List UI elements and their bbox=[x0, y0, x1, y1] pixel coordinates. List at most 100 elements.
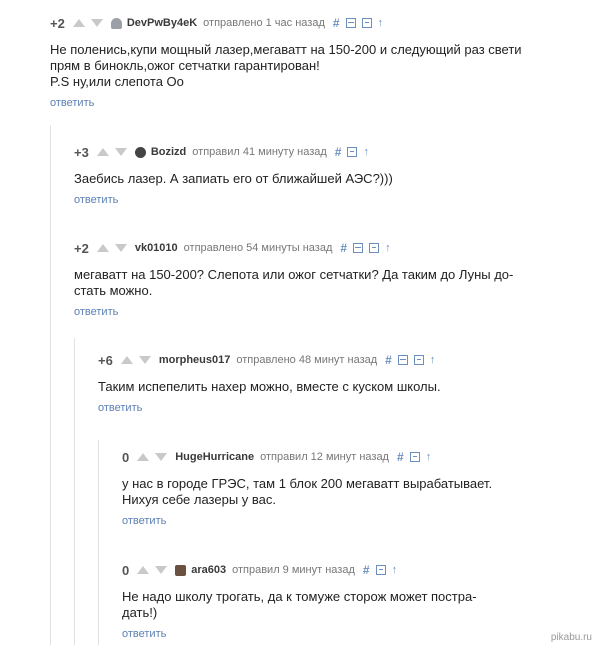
parent-arrow-icon[interactable]: ↑ bbox=[385, 242, 391, 254]
upvote-icon[interactable] bbox=[96, 148, 109, 156]
permalink-icon[interactable]: # bbox=[333, 16, 340, 30]
upvote-icon[interactable] bbox=[120, 356, 133, 364]
comment-author[interactable]: ara603 bbox=[191, 564, 226, 576]
comment-text: Не поленись,купи мощный лазер,мегаватт н… bbox=[50, 42, 580, 90]
user-avatar-icon[interactable] bbox=[175, 564, 187, 576]
comment-text: Таким испепелить нахер можно, вместе с к… bbox=[98, 379, 588, 395]
comment-time: отправлено 54 минуты назад bbox=[183, 242, 333, 254]
upvote-icon[interactable] bbox=[137, 566, 150, 574]
thread-indent-line bbox=[50, 125, 51, 645]
save-icon[interactable] bbox=[361, 18, 372, 28]
comment-time: отправил 9 минут назад bbox=[232, 564, 355, 576]
comment-rating: 0 bbox=[122, 562, 130, 578]
comment-tools: # ↑ bbox=[397, 450, 437, 464]
parent-arrow-icon[interactable]: ↑ bbox=[430, 354, 436, 366]
parent-arrow-icon[interactable]: ↑ bbox=[363, 146, 369, 158]
reply-link[interactable]: ответить bbox=[74, 306, 118, 318]
permalink-icon[interactable]: # bbox=[363, 563, 370, 577]
comment-text: Заебись лазер. А запиать его от ближайше… bbox=[74, 171, 584, 187]
comment: +3 Bozizd отправил 41 минуту назад # ↑ З… bbox=[74, 143, 584, 208]
downvote-icon[interactable] bbox=[114, 244, 127, 252]
thread-indent-line bbox=[98, 440, 99, 645]
vote-controls bbox=[96, 148, 127, 156]
downvote-icon[interactable] bbox=[138, 356, 151, 364]
comment-text-line: Нихуя себе лазеры у вас. bbox=[122, 492, 276, 507]
comment-tools: # ↑ bbox=[363, 563, 403, 577]
comment: +2 vk01010 отправлено 54 минуты назад # … bbox=[74, 239, 584, 320]
upvote-icon[interactable] bbox=[72, 19, 85, 27]
comment-rating: +3 bbox=[74, 144, 89, 160]
comment-tools: # ↑ bbox=[340, 241, 396, 255]
permalink-icon[interactable]: # bbox=[340, 241, 347, 255]
downvote-icon[interactable] bbox=[155, 453, 168, 461]
comment-time: отправлено 48 минут назад bbox=[236, 354, 378, 366]
save-icon[interactable] bbox=[413, 355, 424, 365]
comment-header: 0 ara603 отправил 9 минут назад # ↑ bbox=[122, 561, 592, 579]
comment-text: Не надо школу трогать, да к томуже сторо… bbox=[122, 589, 592, 621]
save-icon[interactable] bbox=[347, 147, 358, 157]
comment-time: отправлено 1 час назад bbox=[203, 17, 325, 29]
reply-link[interactable]: ответить bbox=[74, 194, 118, 206]
comment-header: 0 HugeHurricane отправил 12 минут назад … bbox=[122, 448, 592, 466]
comment-author[interactable]: Bozizd bbox=[151, 146, 186, 158]
comment-text-line: Таким испепелить нахер можно, вместе с к… bbox=[98, 379, 441, 394]
parent-arrow-icon[interactable]: ↑ bbox=[392, 564, 398, 576]
user-avatar-icon[interactable] bbox=[110, 17, 122, 29]
site-watermark: pikabu.ru bbox=[550, 632, 592, 643]
reply-link[interactable]: ответить bbox=[98, 402, 142, 414]
collapse-icon[interactable] bbox=[353, 243, 364, 253]
parent-arrow-icon[interactable]: ↑ bbox=[378, 17, 384, 29]
downvote-icon[interactable] bbox=[114, 148, 127, 156]
comment-tools: # ↑ bbox=[385, 353, 441, 367]
upvote-icon[interactable] bbox=[137, 453, 150, 461]
comment-rating: 0 bbox=[122, 449, 130, 465]
permalink-icon[interactable]: # bbox=[335, 145, 342, 159]
vote-controls bbox=[120, 356, 151, 364]
collapse-icon[interactable] bbox=[345, 18, 356, 28]
comment: +6 morpheus017 отправлено 48 минут назад… bbox=[98, 351, 588, 416]
comment-text-line: Не поленись,купи мощный лазер,мегаватт н… bbox=[50, 42, 522, 57]
comment-author[interactable]: morpheus017 bbox=[159, 354, 231, 366]
comment-time: отправил 41 минуту назад bbox=[192, 146, 327, 158]
permalink-icon[interactable]: # bbox=[385, 353, 392, 367]
vote-controls bbox=[137, 566, 168, 574]
comment-header: +2 DevPwBy4eK отправлено 1 час назад # ↑ bbox=[50, 14, 580, 32]
comment-text-line: Заебись лазер. А запиать его от ближайше… bbox=[74, 171, 393, 186]
comment-author[interactable]: DevPwBy4eK bbox=[127, 17, 197, 29]
user-avatar-icon[interactable] bbox=[134, 146, 146, 158]
vote-controls bbox=[72, 19, 103, 27]
save-icon[interactable] bbox=[369, 243, 380, 253]
comment-rating: +2 bbox=[74, 240, 89, 256]
comment-text-line: стать можно. bbox=[74, 283, 153, 298]
comment: 0 ara603 отправил 9 минут назад # ↑ Не н… bbox=[122, 561, 592, 642]
comment-text: мегаватт на 150-200? Слепота или ожог се… bbox=[74, 267, 584, 299]
comment-rating: +6 bbox=[98, 352, 113, 368]
comment-text-line: дать!) bbox=[122, 605, 158, 620]
reply-link[interactable]: ответить bbox=[122, 515, 166, 527]
comment-header: +3 Bozizd отправил 41 минуту назад # ↑ bbox=[74, 143, 584, 161]
downvote-icon[interactable] bbox=[155, 566, 168, 574]
comment: 0 HugeHurricane отправил 12 минут назад … bbox=[122, 448, 592, 529]
comment-rating: +2 bbox=[50, 15, 65, 31]
upvote-icon[interactable] bbox=[96, 244, 109, 252]
comment-text-line: мегаватт на 150-200? Слепота или ожог се… bbox=[74, 267, 514, 282]
comment-author[interactable]: HugeHurricane bbox=[175, 451, 254, 463]
collapse-icon[interactable] bbox=[397, 355, 408, 365]
save-icon[interactable] bbox=[375, 565, 386, 575]
comment-tools: # ↑ bbox=[335, 145, 375, 159]
comment-author[interactable]: vk01010 bbox=[135, 242, 178, 254]
vote-controls bbox=[96, 244, 127, 252]
comment-time: отправил 12 минут назад bbox=[260, 451, 389, 463]
reply-link[interactable]: ответить bbox=[122, 628, 166, 640]
parent-arrow-icon[interactable]: ↑ bbox=[426, 451, 432, 463]
comment-text-line: Не надо школу трогать, да к томуже сторо… bbox=[122, 589, 477, 604]
comment-text-line: прям в бинокль,ожог сетчатки гарантирова… bbox=[50, 58, 320, 73]
comment-text-line: у нас в городе ГРЭС, там 1 блок 200 мега… bbox=[122, 476, 493, 491]
comment-text: у нас в городе ГРЭС, там 1 блок 200 мега… bbox=[122, 476, 592, 508]
downvote-icon[interactable] bbox=[90, 19, 103, 27]
save-icon[interactable] bbox=[409, 452, 420, 462]
reply-link[interactable]: ответить bbox=[50, 97, 94, 109]
comment-tools: # ↑ bbox=[333, 16, 389, 30]
comment-text-line: P.S ну,или слепота Оо bbox=[50, 74, 184, 89]
permalink-icon[interactable]: # bbox=[397, 450, 404, 464]
